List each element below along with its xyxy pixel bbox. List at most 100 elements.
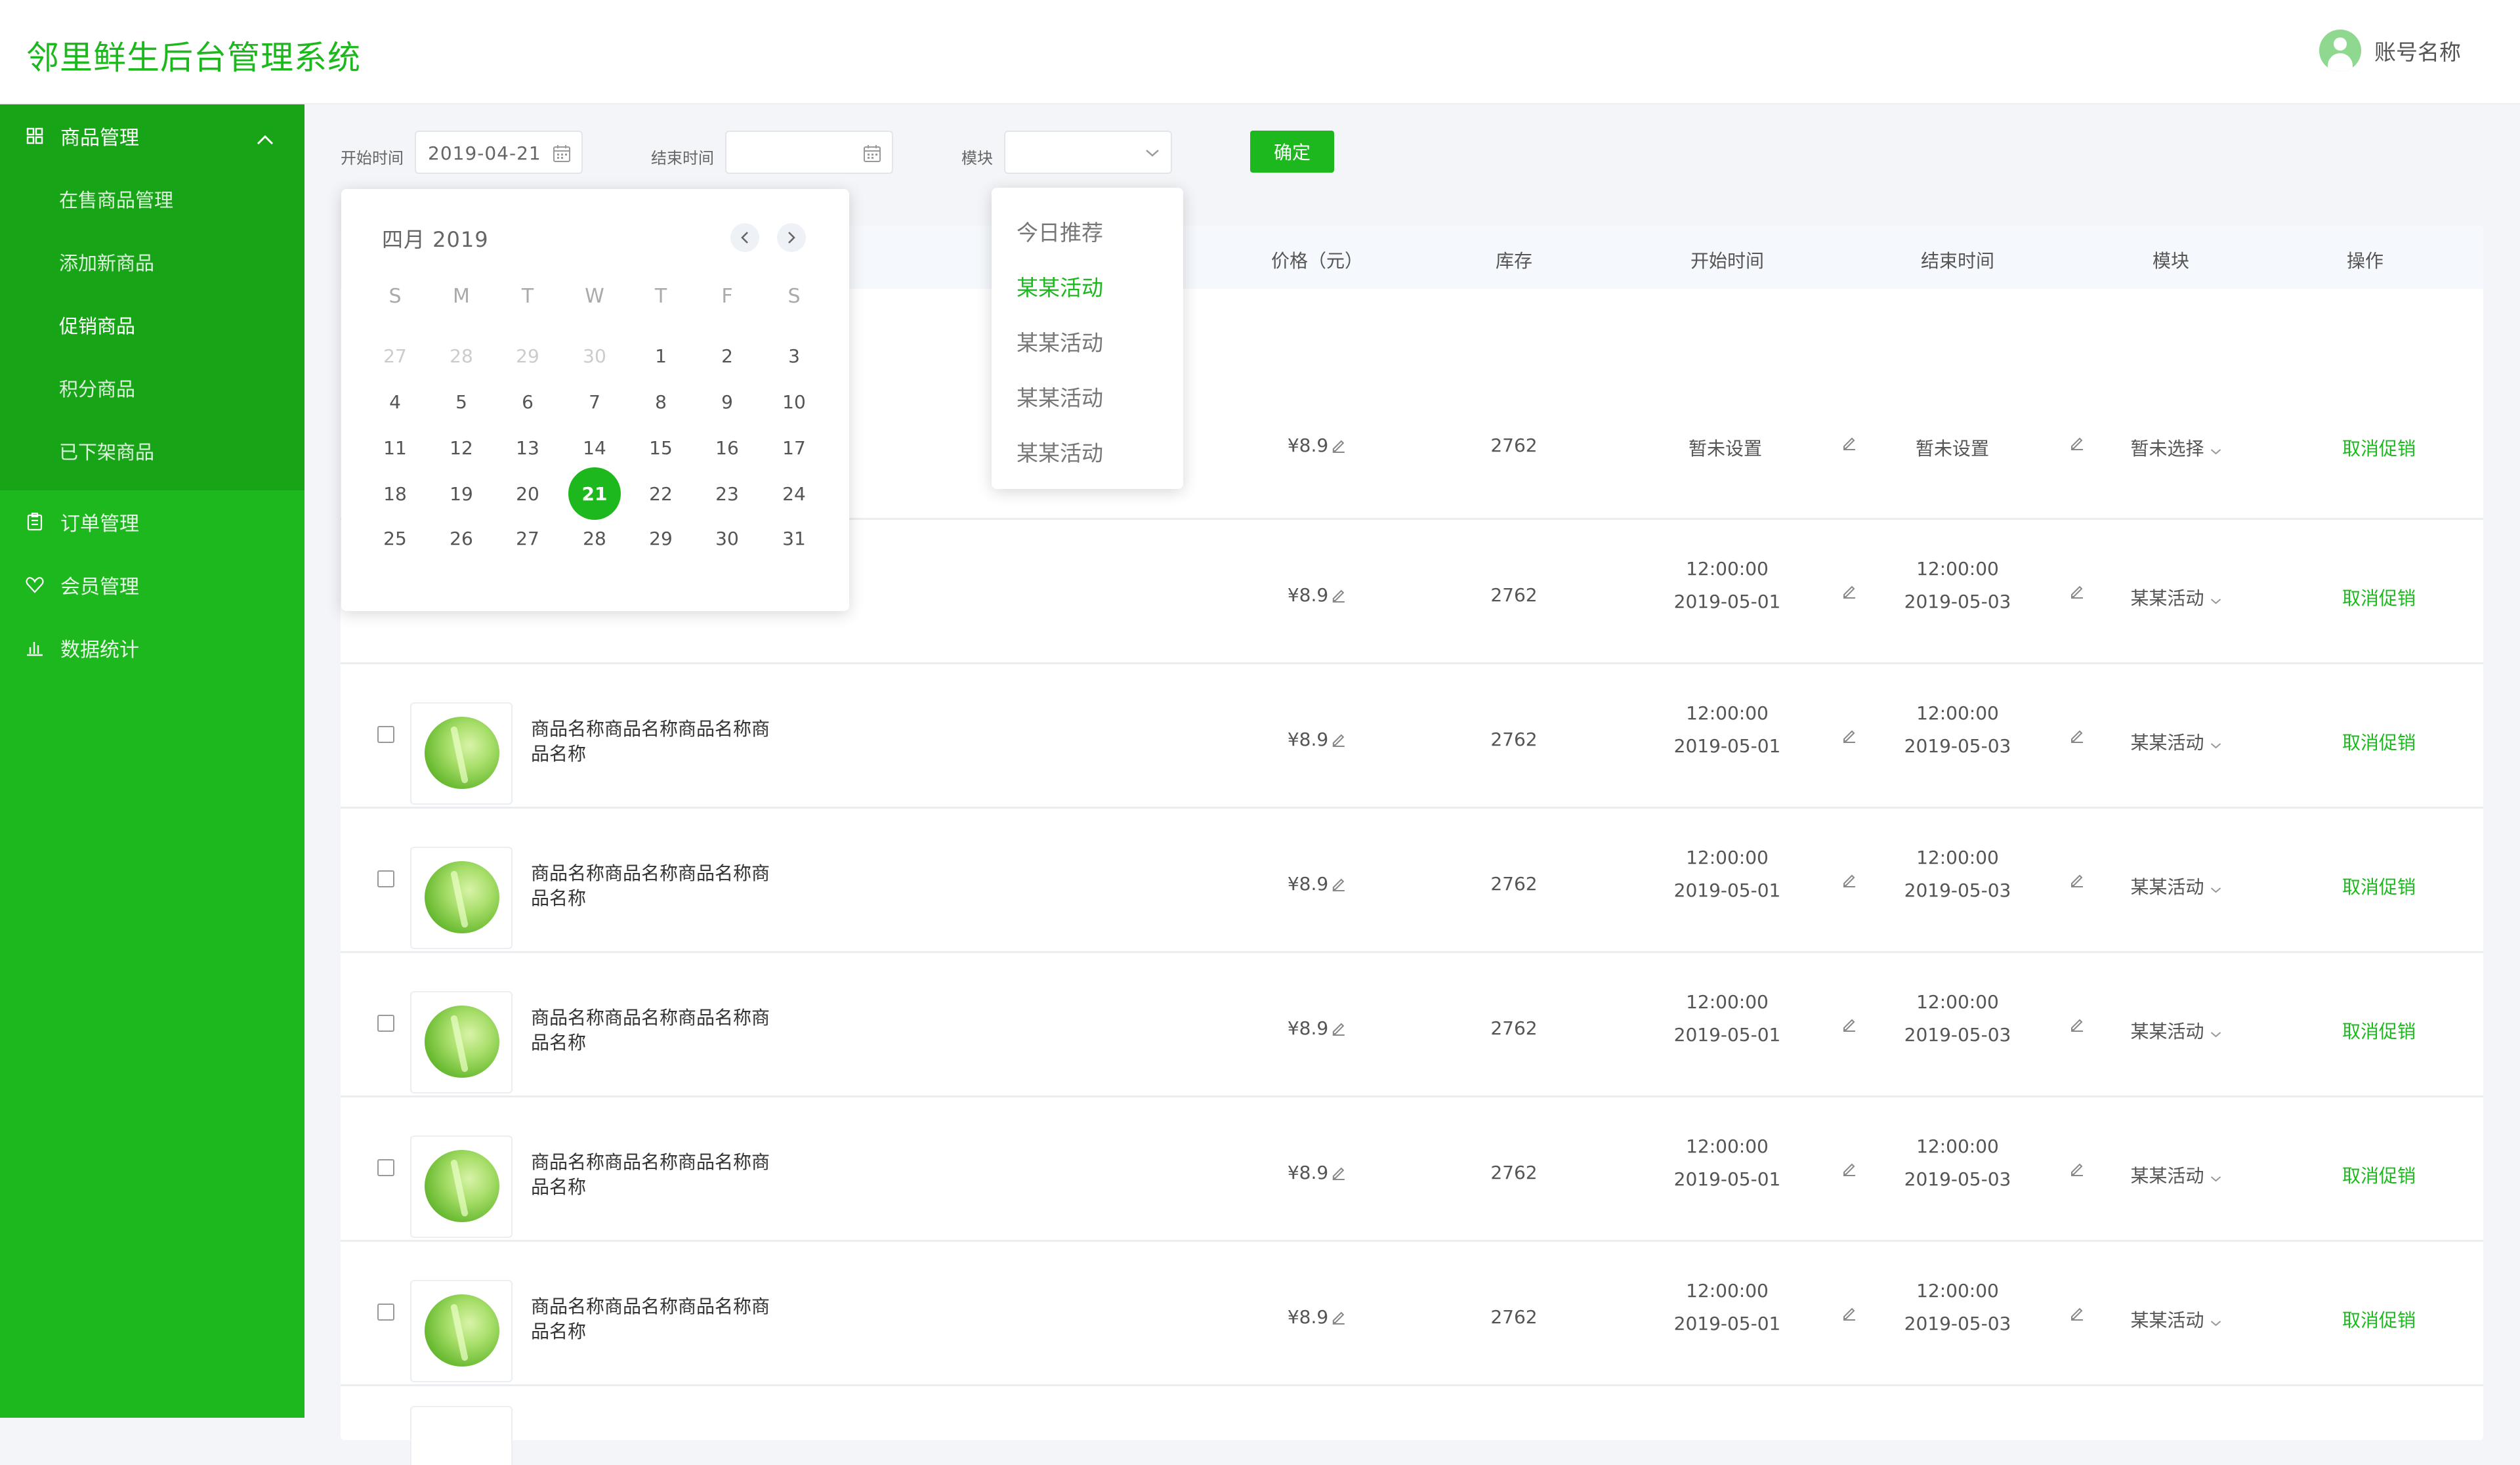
row-checkbox[interactable] — [377, 1015, 394, 1032]
dropdown-option[interactable]: 今日推荐 — [1017, 215, 1103, 247]
end-date-input[interactable] — [725, 131, 893, 174]
edit-pencil-icon[interactable] — [2069, 433, 2085, 455]
module-select-cell[interactable]: 某某活动 — [2131, 1306, 2222, 1332]
sidebar-item-statistics[interactable]: 数据统计 — [0, 616, 304, 679]
calendar-day[interactable]: 17 — [768, 421, 820, 474]
calendar-day[interactable]: 30 — [701, 512, 753, 564]
sidebar-subitem-off-shelf[interactable]: 已下架商品 — [0, 419, 304, 482]
cancel-promotion-link[interactable]: 取消促销 — [2342, 873, 2416, 899]
edit-pencil-icon[interactable] — [2069, 870, 2085, 892]
module-select-cell[interactable]: 某某活动 — [2131, 1017, 2222, 1044]
edit-pencil-icon[interactable] — [2069, 1159, 2085, 1181]
edit-pencil-icon[interactable] — [2069, 1015, 2085, 1036]
calendar-day[interactable]: 6 — [501, 375, 554, 428]
cancel-promotion-link[interactable]: 取消促销 — [2342, 1306, 2416, 1332]
module-select-cell[interactable]: 某某活动 — [2131, 729, 2222, 755]
calendar-day[interactable]: 12 — [435, 421, 488, 474]
edit-pencil-icon[interactable] — [1841, 1159, 1857, 1181]
module-select-cell[interactable]: 某某活动 — [2131, 1162, 2222, 1188]
user-avatar-icon[interactable] — [2319, 30, 2361, 72]
calendar-day[interactable]: 1 — [635, 329, 687, 382]
sidebar-item-goods-management[interactable]: 商品管理 — [0, 104, 304, 167]
calendar-day[interactable]: 7 — [568, 375, 621, 428]
chevron-right-icon[interactable] — [777, 223, 806, 252]
module-select-cell[interactable]: 暂未选择 — [2131, 435, 2222, 461]
edit-pencil-icon[interactable] — [1331, 1019, 1347, 1040]
start-date-input[interactable]: 2019-04-21 — [415, 131, 583, 174]
cancel-promotion-link[interactable]: 取消促销 — [2342, 1017, 2416, 1044]
calendar-day[interactable]: 15 — [635, 421, 687, 474]
calendar-day[interactable]: 28 — [568, 512, 621, 564]
header-end-time: 结束时间 — [1920, 250, 1995, 272]
edit-pencil-icon[interactable] — [1841, 433, 1857, 455]
module-select[interactable] — [1004, 131, 1172, 174]
edit-pencil-icon[interactable] — [1841, 1015, 1857, 1036]
edit-pencil-icon[interactable] — [1331, 874, 1347, 896]
account-name[interactable]: 账号名称 — [2374, 35, 2461, 66]
sidebar-subitem-on-sale[interactable]: 在售商品管理 — [0, 167, 304, 230]
calendar-day[interactable]: 27 — [369, 329, 421, 382]
cancel-promotion-link[interactable]: 取消促销 — [2342, 729, 2416, 755]
edit-pencil-icon[interactable] — [2069, 726, 2085, 748]
calendar-day[interactable]: 26 — [435, 512, 488, 564]
chevron-down-icon[interactable] — [1144, 148, 1160, 160]
edit-pencil-icon[interactable] — [1331, 585, 1347, 607]
module-select-cell[interactable]: 某某活动 — [2131, 873, 2222, 899]
edit-pencil-icon[interactable] — [1331, 1163, 1347, 1185]
row-checkbox[interactable] — [377, 726, 394, 743]
confirm-button[interactable]: 确定 — [1250, 131, 1334, 173]
account-menu[interactable]: 账号名称 — [2319, 30, 2461, 72]
table-row: 商品名称商品名称商品名称商品名称 ¥8.9 2762 12:00:00 2019-05-… — [341, 1242, 2483, 1386]
calendar-day[interactable]: 29 — [501, 329, 554, 382]
calendar-day[interactable]: 8 — [635, 375, 687, 428]
calendar-day[interactable]: 13 — [501, 421, 554, 474]
row-checkbox[interactable] — [377, 870, 394, 887]
calendar-day[interactable]: 3 — [768, 329, 820, 382]
dropdown-option[interactable]: 某某活动 — [1017, 436, 1103, 467]
edit-pencil-icon[interactable] — [1331, 436, 1347, 457]
edit-pencil-icon[interactable] — [1841, 582, 1857, 603]
row-checkbox[interactable] — [377, 1159, 394, 1176]
chevron-up-icon[interactable] — [256, 128, 274, 151]
edit-pencil-icon[interactable] — [1331, 730, 1347, 752]
module-select-cell[interactable]: 某某活动 — [2131, 584, 2222, 610]
calendar-day[interactable]: 25 — [369, 512, 421, 564]
sidebar-subitem-promotion[interactable]: 促销商品 — [0, 293, 304, 356]
sidebar-item-orders[interactable]: 订单管理 — [0, 490, 304, 553]
calendar-day[interactable]: 9 — [701, 375, 753, 428]
calendar-day[interactable]: 2 — [701, 329, 753, 382]
start-time-cell: 12:00:00 2019-05-01 — [1674, 986, 1781, 1051]
edit-pencil-icon[interactable] — [2069, 1304, 2085, 1325]
calendar-day[interactable]: 28 — [435, 329, 488, 382]
edit-pencil-icon[interactable] — [1331, 1307, 1347, 1329]
dropdown-option[interactable]: 某某活动 — [1017, 326, 1103, 357]
cancel-promotion-link[interactable]: 取消促销 — [2342, 1162, 2416, 1188]
edit-pencil-icon[interactable] — [2069, 582, 2085, 603]
edit-pencil-icon[interactable] — [1841, 726, 1857, 748]
dropdown-option[interactable]: 某某活动 — [1017, 381, 1103, 412]
calendar-day[interactable]: 14 — [568, 421, 621, 474]
calendar-icon[interactable] — [863, 144, 881, 165]
calendar-day[interactable]: 4 — [369, 375, 421, 428]
calendar-day[interactable]: 30 — [568, 329, 621, 382]
sidebar-subitem-add-new[interactable]: 添加新商品 — [0, 230, 304, 293]
row-checkbox[interactable] — [377, 1304, 394, 1321]
calendar-icon[interactable] — [553, 144, 571, 165]
calendar-day[interactable]: 10 — [768, 375, 820, 428]
end-time-cell: 12:00:00 2019-05-03 — [1904, 697, 2011, 763]
dropdown-option[interactable]: 某某活动 — [1017, 270, 1103, 302]
calendar-day[interactable]: 5 — [435, 375, 488, 428]
chevron-left-icon[interactable] — [730, 223, 759, 252]
cabbage-image — [425, 717, 499, 789]
sidebar-subitem-points[interactable]: 积分商品 — [0, 356, 304, 419]
edit-pencil-icon[interactable] — [1841, 1304, 1857, 1325]
calendar-day[interactable]: 31 — [768, 512, 820, 564]
edit-pencil-icon[interactable] — [1841, 870, 1857, 892]
cancel-promotion-link[interactable]: 取消促销 — [2342, 584, 2416, 610]
calendar-day[interactable]: 29 — [635, 512, 687, 564]
calendar-day[interactable]: 16 — [701, 421, 753, 474]
sidebar-item-members[interactable]: 会员管理 — [0, 553, 304, 616]
cancel-promotion-link[interactable]: 取消促销 — [2342, 435, 2416, 461]
calendar-day[interactable]: 11 — [369, 421, 421, 474]
calendar-day[interactable]: 27 — [501, 512, 554, 564]
